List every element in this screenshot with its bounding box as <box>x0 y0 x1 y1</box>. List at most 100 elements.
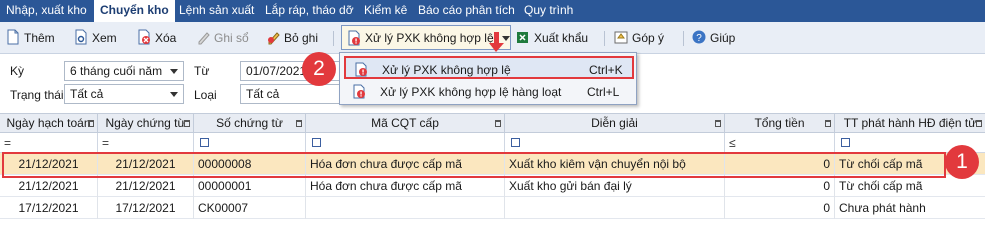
type-value: Tất cả <box>246 87 280 101</box>
process-invalid-pxk-dropdown[interactable]: Xử lý PXK không hợp lệ <box>341 25 511 50</box>
filter-cell[interactable] <box>194 133 306 152</box>
column-header-ma-cqt-cap[interactable]: Mã CQT cấp <box>306 114 505 133</box>
filter-operator[interactable]: ≤ <box>729 136 736 150</box>
svg-text:?: ? <box>696 33 702 44</box>
pin-icon[interactable] <box>825 120 831 127</box>
cell-so-chung-tu: 00000001 <box>194 175 306 197</box>
pin-icon[interactable] <box>296 120 302 127</box>
cell-ngay-chung-tu: 17/12/2021 <box>98 197 194 219</box>
filter-cell[interactable] <box>306 133 505 152</box>
document-warning-icon <box>353 84 365 99</box>
filter-cell[interactable]: = <box>98 133 194 152</box>
column-header-dien-giai[interactable]: Diễn giải <box>505 114 725 133</box>
pin-icon[interactable] <box>88 120 94 127</box>
add-button[interactable]: Thêm <box>6 27 55 49</box>
main-menu-bar: Nhập, xuất kho Chuyển kho Lệnh sản xuất … <box>0 0 985 22</box>
from-date-label: Từ <box>194 64 210 78</box>
process-invalid-pxk-menu: Xử lý PXK không hợp lệ Ctrl+K Xử lý PXK … <box>339 52 637 105</box>
status-label: Trạng thái <box>10 88 64 102</box>
pin-icon[interactable] <box>976 120 982 127</box>
post-button-label: Ghi sổ <box>214 31 249 45</box>
filter-condition-icon[interactable] <box>200 138 209 147</box>
menu-item-label: Xử lý PXK không hợp lệ hàng loạt <box>380 85 562 99</box>
column-header-ngay-chung-tu[interactable]: Ngày chứng từ <box>98 114 194 133</box>
column-label: Diễn giải <box>591 116 638 130</box>
callout-badge-2: 2 <box>302 52 336 86</box>
period-value: 6 tháng cuối năm <box>70 64 163 78</box>
filter-condition-icon[interactable] <box>312 138 321 147</box>
help-icon: ? <box>692 30 706 44</box>
table-row[interactable]: 21/12/2021 21/12/2021 00000001 Hóa đơn c… <box>0 175 985 197</box>
from-date-value: 01/07/2021 <box>246 64 307 78</box>
filter-cell[interactable]: = <box>0 133 98 152</box>
feedback-icon <box>614 31 628 44</box>
excel-export-icon <box>517 32 528 43</box>
cell-tt-phat-hanh: Chưa phát hành <box>839 201 926 215</box>
filter-condition-icon[interactable] <box>841 138 850 147</box>
callout-badge-1: 1 <box>945 145 979 179</box>
menu-bao-cao-phan-tich[interactable]: Báo cáo phân tích <box>418 0 515 22</box>
menu-kiem-ke[interactable]: Kiểm kê <box>364 0 407 22</box>
menu-item-process-invalid-pxk[interactable]: Xử lý PXK không hợp lệ Ctrl+K <box>344 56 634 79</box>
menu-nhap-xuat-kho[interactable]: Nhập, xuất kho <box>6 0 87 22</box>
view-button-label: Xem <box>92 31 117 45</box>
period-select[interactable]: 6 tháng cuối năm <box>64 61 184 81</box>
cell-ngay-chung-tu: 21/12/2021 <box>98 175 194 197</box>
filter-cell[interactable] <box>505 133 725 152</box>
process-invalid-pxk-label: Xử lý PXK không hợp lệ <box>365 31 494 45</box>
column-header-tt-phat-hanh[interactable]: TT phát hành HĐ điện tử <box>835 114 985 133</box>
help-button[interactable]: ? Giúp <box>692 27 735 49</box>
selected-row-highlight <box>2 152 946 178</box>
chevron-down-icon <box>502 36 510 41</box>
export-button[interactable]: Xuất khẩu <box>516 27 588 49</box>
column-label: Ngày chứng từ <box>105 116 186 130</box>
cell-tong-tien: 0 <box>725 197 835 219</box>
delete-button[interactable]: Xóa <box>137 27 176 49</box>
toolbar-separator <box>683 31 684 46</box>
column-label: Tổng tiền <box>754 116 805 130</box>
menu-quy-trinh[interactable]: Quy trình <box>524 0 573 22</box>
column-label: Số chứng từ <box>216 116 283 130</box>
filter-operator[interactable]: = <box>102 136 109 150</box>
pin-icon[interactable] <box>715 120 721 127</box>
export-button-label: Xuất khẩu <box>534 31 589 45</box>
column-label: Mã CQT cấp <box>371 116 439 130</box>
cell-so-chung-tu: CK00007 <box>194 197 306 219</box>
unpost-button-label: Bỏ ghi <box>284 31 319 45</box>
toolbar-separator <box>604 31 605 46</box>
menu-item-process-invalid-pxk-batch[interactable]: Xử lý PXK không hợp lệ hàng loạt Ctrl+L <box>344 80 634 103</box>
chevron-down-icon <box>170 69 178 74</box>
filter-condition-icon[interactable] <box>511 138 520 147</box>
menu-lenh-san-xuat[interactable]: Lệnh sản xuất <box>179 0 254 22</box>
filter-cell[interactable]: ≤ <box>725 133 835 152</box>
column-header-so-chung-tu[interactable]: Số chứng từ <box>194 114 306 133</box>
delete-document-icon <box>138 29 150 45</box>
period-label: Kỳ <box>10 64 25 78</box>
column-header-ngay-hach-toan[interactable]: Ngày hạch toán <box>0 114 98 133</box>
menu-item-shortcut: Ctrl+K <box>589 63 623 77</box>
cell-ma-cqt-cap: Hóa đơn chưa được cấp mã <box>306 175 505 197</box>
help-button-label: Giúp <box>710 31 736 45</box>
post-button[interactable]: Ghi sổ <box>196 27 249 49</box>
unpost-button[interactable]: Bỏ ghi <box>266 27 318 49</box>
delete-button-label: Xóa <box>155 31 177 45</box>
status-select[interactable]: Tất cả <box>64 84 184 104</box>
menu-lap-rap-thao-do[interactable]: Lắp ráp, tháo dỡ <box>265 0 354 22</box>
pen-icon <box>198 32 210 45</box>
filter-operator[interactable]: = <box>4 136 11 150</box>
view-button[interactable]: Xem <box>74 27 117 49</box>
add-button-label: Thêm <box>24 31 55 45</box>
column-label: TT phát hành HĐ điện tử <box>843 116 977 130</box>
cell-ma-cqt-cap <box>306 197 505 219</box>
table-row[interactable]: 17/12/2021 17/12/2021 CK00007 0 Chưa phá… <box>0 197 985 219</box>
cell-dien-giai: Xuất kho gửi bán đại lý <box>505 175 725 197</box>
column-header-tong-tien[interactable]: Tổng tiền <box>725 114 835 133</box>
pin-icon[interactable] <box>184 120 190 127</box>
menu-chuyen-kho[interactable]: Chuyển kho <box>94 0 175 22</box>
feedback-button-label: Góp ý <box>632 31 665 45</box>
document-warning-icon <box>355 62 367 77</box>
document-warning-icon <box>348 30 360 46</box>
pin-icon[interactable] <box>495 120 501 127</box>
feedback-button[interactable]: Góp ý <box>614 27 664 49</box>
type-select[interactable]: Tất cả <box>240 84 340 104</box>
